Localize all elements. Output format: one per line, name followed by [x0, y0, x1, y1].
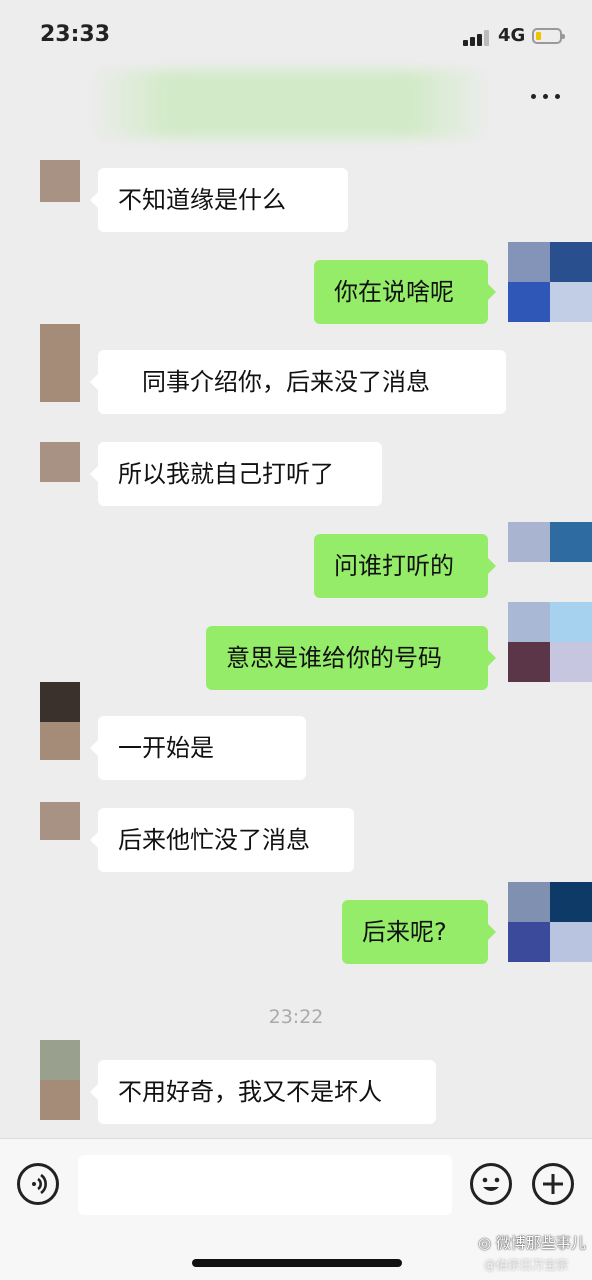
emoji-icon[interactable]: [470, 1163, 512, 1205]
user-avatar[interactable]: [508, 602, 592, 682]
contact-avatar[interactable]: [40, 324, 80, 402]
message-input[interactable]: [78, 1155, 452, 1215]
message-bubble[interactable]: 后来呢?: [342, 900, 496, 964]
contact-avatar[interactable]: [40, 160, 80, 202]
more-icon[interactable]: [528, 88, 564, 104]
message-bubble[interactable]: 所以我就自己打听了: [90, 442, 382, 506]
message-bubble[interactable]: 意思是谁给你的号码: [206, 626, 496, 690]
message-bubble[interactable]: 后来他忙没了消息: [90, 808, 354, 872]
message-bubble[interactable]: 问谁打听的: [314, 534, 496, 598]
message-bubble[interactable]: 一开始是: [90, 716, 306, 780]
message-bubble[interactable]: 同事介绍你，后来没了消息: [90, 350, 506, 414]
watermark-handle: @伯宗日万宝宗: [484, 1258, 569, 1272]
message-bubble[interactable]: 不知道缘是什么: [90, 168, 348, 232]
watermark: ◎ 微博那些事儿: [478, 1234, 586, 1252]
header-blur: [90, 70, 490, 138]
status-time: 23:33: [40, 22, 111, 47]
user-avatar[interactable]: [508, 882, 592, 962]
message-bubble[interactable]: 你在说啥呢: [314, 260, 496, 324]
contact-avatar[interactable]: [40, 802, 80, 840]
voice-icon[interactable]: [17, 1163, 59, 1205]
contact-avatar[interactable]: [40, 682, 80, 760]
user-avatar[interactable]: [508, 522, 592, 562]
time-divider: 23:22: [268, 1006, 324, 1028]
home-indicator[interactable]: [192, 1259, 402, 1267]
contact-avatar[interactable]: [40, 1040, 80, 1120]
status-bar: 23:33 4G: [0, 0, 592, 70]
weibo-logo-icon: ◎: [478, 1234, 492, 1252]
message-list: 不知道缘是什么 你在说啥呢 同事介绍你，后来没了消息 所以我就自己打听了 问谁打…: [0, 138, 592, 1138]
signal-icon: [463, 30, 493, 46]
plus-icon[interactable]: [532, 1163, 574, 1205]
message-bubble[interactable]: 不用好奇，我又不是坏人: [90, 1060, 436, 1124]
network-label: 4G: [498, 25, 526, 46]
battery-icon: [532, 28, 565, 44]
user-avatar[interactable]: [508, 242, 592, 322]
contact-avatar[interactable]: [40, 442, 80, 482]
chat-header: [0, 70, 592, 138]
